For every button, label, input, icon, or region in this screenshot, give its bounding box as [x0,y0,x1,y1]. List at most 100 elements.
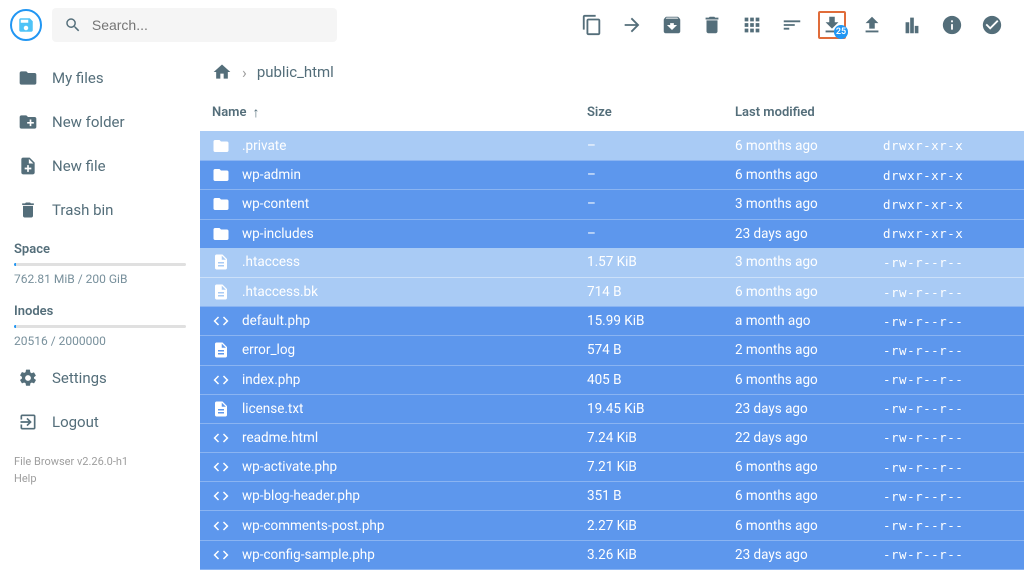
table-row[interactable]: wp-activate.php 7.21 KiB 6 months ago -r… [200,452,1024,481]
app-logo[interactable] [10,9,42,41]
table-row[interactable]: .private – 6 months ago drwxr-xr-x [200,131,1024,160]
upload-icon [861,14,883,36]
select-all-button[interactable] [978,11,1006,39]
file-permissions: -rw-r--r-- [883,547,1012,562]
table-row[interactable]: .htaccess 1.57 KiB 3 months ago -rw-r--r… [200,248,1024,277]
delete-button[interactable] [698,11,726,39]
file-modified: 2 months ago [735,342,883,358]
inodes-value: 20516 / 2000000 [14,334,186,348]
file-permissions: -rw-r--r-- [883,401,1012,416]
file-table: Name ↑ Size Last modified .private – 6 m… [200,94,1024,570]
file-name: .htaccess.bk [242,284,318,300]
inodes-block: Inodes 20516 / 2000000 [0,294,200,356]
table-row[interactable]: wp-blog-header.php 351 B 6 months ago -r… [200,481,1024,510]
upload-button[interactable] [858,11,886,39]
col-size-header[interactable]: Size [587,105,735,120]
table-header: Name ↑ Size Last modified [200,94,1024,131]
move-button[interactable] [618,11,646,39]
nav-settings[interactable]: Settings [0,356,200,400]
nav-logout[interactable]: Logout [0,400,200,444]
file-modified: 6 months ago [735,372,883,388]
nav-new-file[interactable]: New file [0,144,200,188]
table-row[interactable]: license.txt 19.45 KiB 23 days ago -rw-r-… [200,394,1024,423]
table-row[interactable]: wp-admin – 6 months ago drwxr-xr-x [200,160,1024,189]
doc-icon [212,341,230,359]
help-link[interactable]: Help [14,471,186,488]
archive-button[interactable] [658,11,686,39]
file-modified: 22 days ago [735,430,883,446]
view-grid-button[interactable] [738,11,766,39]
nav-my-files[interactable]: My files [0,56,200,100]
table-row[interactable]: default.php 15.99 KiB a month ago -rw-r-… [200,306,1024,335]
nav-label: Logout [52,413,99,431]
table-row[interactable]: readme.html 7.24 KiB 22 days ago -rw-r--… [200,423,1024,452]
sidebar-footer: File Browser v2.26.0-h1 Help [0,444,200,497]
info-button[interactable] [938,11,966,39]
toolbar: 25 [578,11,1006,39]
col-name-header[interactable]: Name ↑ [212,104,587,121]
space-value: 762.81 MiB / 200 GiB [14,272,186,286]
home-icon[interactable] [212,62,232,82]
file-permissions: drwxr-xr-x [883,226,1012,241]
file-name: readme.html [242,430,318,446]
inodes-label: Inodes [14,304,186,319]
file-permissions: drwxr-xr-x [883,168,1012,183]
file-size: 7.21 KiB [587,459,735,475]
file-permissions: -rw-r--r-- [883,314,1012,329]
info-icon [941,14,963,36]
folder-icon [212,195,230,213]
nav-trash-bin[interactable]: Trash bin [0,188,200,232]
file-modified: 23 days ago [735,226,883,242]
nav-label: Settings [52,369,107,387]
file-name: wp-blog-header.php [242,488,360,504]
sidebar: My filesNew folderNew fileTrash bin Spac… [0,50,200,570]
search-icon [64,15,82,35]
file-size: – [587,226,735,242]
nav-label: Trash bin [52,201,113,219]
new-file-icon [18,156,38,176]
col-modified-header[interactable]: Last modified [735,105,883,120]
sort-button[interactable] [778,11,806,39]
table-row[interactable]: wp-includes – 23 days ago drwxr-xr-x [200,219,1024,248]
file-size: 3.26 KiB [587,547,735,563]
chevron-right-icon: › [242,63,247,82]
file-permissions: drwxr-xr-x [883,138,1012,153]
file-size: 15.99 KiB [587,313,735,329]
main-pane: › public_html Name ↑ Size Last modified … [200,50,1024,570]
code-icon [212,312,230,330]
file-modified: 23 days ago [735,401,883,417]
grid-icon [741,14,763,36]
table-row[interactable]: wp-comments-post.php 2.27 KiB 6 months a… [200,510,1024,539]
folder-icon [212,225,230,243]
check-circle-icon [981,14,1003,36]
file-modified: 6 months ago [735,459,883,475]
download-badge: 25 [834,25,848,39]
file-name: wp-config-sample.php [242,547,375,563]
folder-icon [212,137,230,155]
settings-icon [18,368,38,388]
file-name: license.txt [242,401,303,417]
nav-label: My files [52,69,104,87]
table-row[interactable]: wp-content – 3 months ago drwxr-xr-x [200,189,1024,218]
file-size: 7.24 KiB [587,430,735,446]
search-box[interactable] [52,8,337,42]
stats-button[interactable] [898,11,926,39]
breadcrumb-segment[interactable]: public_html [257,63,334,81]
file-size: 1.57 KiB [587,254,735,270]
table-row[interactable]: wp-config-sample.php 3.26 KiB 23 days ag… [200,540,1024,569]
file-modified: 23 days ago [735,547,883,563]
doc-icon [212,283,230,301]
table-row[interactable]: error_log 574 B 2 months ago -rw-r--r-- [200,335,1024,364]
search-input[interactable] [92,17,325,33]
table-row[interactable]: index.php 405 B 6 months ago -rw-r--r-- [200,365,1024,394]
new-folder-icon [18,112,38,132]
code-icon [212,517,230,535]
file-name: default.php [242,313,310,329]
nav-new-folder[interactable]: New folder [0,100,200,144]
nav-label: New file [52,157,106,175]
copy-button[interactable] [578,11,606,39]
file-permissions: -rw-r--r-- [883,489,1012,504]
download-button[interactable]: 25 [818,11,846,39]
file-permissions: drwxr-xr-x [883,197,1012,212]
table-row[interactable]: .htaccess.bk 714 B 6 months ago -rw-r--r… [200,277,1024,306]
